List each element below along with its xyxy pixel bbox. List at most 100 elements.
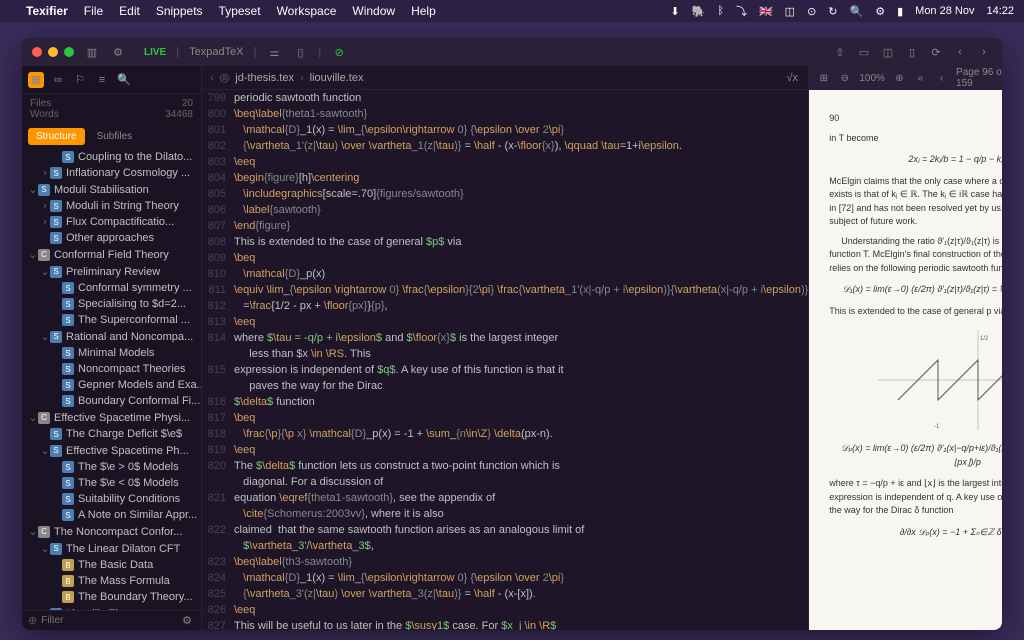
files-view-icon[interactable]: ▦	[28, 72, 44, 88]
menu-snippets[interactable]: Snippets	[156, 4, 203, 18]
tree-item[interactable]: SA Note on Similar Appr...	[22, 507, 201, 523]
tree-item[interactable]: SMinimal Models	[22, 345, 201, 361]
tree-item[interactable]: ⌄CThe Noncompact Confor...	[22, 523, 201, 540]
layout2-icon[interactable]: ◫	[880, 44, 896, 60]
search-icon[interactable]: 🔍	[850, 5, 864, 18]
tree-item[interactable]: SSpecialising to $d=2...	[22, 296, 201, 312]
menu-help[interactable]: Help	[411, 4, 436, 18]
check-icon[interactable]: ⊘	[331, 44, 347, 60]
tab-subfiles[interactable]: Subfiles	[89, 128, 141, 145]
export-icon[interactable]: ⇧	[832, 44, 848, 60]
minimize-button[interactable]	[48, 47, 58, 57]
menu-window[interactable]: Window	[352, 4, 395, 18]
control-icon[interactable]: ⚙	[875, 5, 885, 18]
words-count: 34468	[165, 109, 193, 120]
formula-icon[interactable]: √x	[784, 70, 800, 86]
zoom-in-icon[interactable]: ⊕	[893, 70, 906, 86]
zoom-level[interactable]: 100%	[859, 73, 885, 84]
cast-icon[interactable]: ◫	[785, 5, 795, 18]
layout3-icon[interactable]: ▯	[904, 44, 920, 60]
battery-icon[interactable]: ▮	[897, 5, 903, 18]
bluetooth-icon[interactable]: ᛒ	[717, 5, 724, 17]
sawtooth-figure: 1/2 -1 1 x	[878, 330, 1002, 430]
menubar-time[interactable]: 14:22	[986, 5, 1014, 17]
svg-text:1/2: 1/2	[980, 336, 989, 342]
preview-p2: McElgin claims that the only case where …	[829, 175, 1002, 229]
prev-icon[interactable]: ‹	[935, 70, 948, 86]
tree-item[interactable]: ⌄SModuli Stabilisation	[22, 181, 201, 198]
engine-label[interactable]: TexpadTeX	[189, 46, 243, 58]
grid-icon[interactable]: ⊞	[817, 70, 830, 86]
folder-icon[interactable]: ▯	[292, 44, 308, 60]
tree-item[interactable]: BThe Boundary Theory...	[22, 589, 201, 605]
tree-item[interactable]: SGepner Models and Exa...	[22, 377, 201, 393]
sidebar-toggle-icon[interactable]: ▥	[84, 44, 100, 60]
refresh-icon[interactable]: ⟳	[928, 44, 944, 60]
tree-item[interactable]: SThe $\e < 0$ Models	[22, 475, 201, 491]
preview-p3: Understanding the ratio ϑ'₁(z|τ)/ϑ₁(z|τ)…	[829, 235, 1002, 276]
menubar-date[interactable]: Mon 28 Nov	[915, 5, 974, 17]
zoom-out-icon[interactable]: ⊖	[838, 70, 851, 86]
chevron-right-icon[interactable]: ›	[976, 44, 992, 60]
link-icon[interactable]: ∞	[50, 72, 66, 88]
titlebar: ▥ ⚙ LIVE | TexpadTeX | ⚌ ▯ | ⊘ ⇧ ▭ ◫ ▯ ⟳…	[22, 38, 1002, 66]
tab-structure[interactable]: Structure	[28, 128, 85, 145]
tree-item[interactable]: BThe Basic Data	[22, 557, 201, 573]
tree-item[interactable]: SThe Charge Deficit $\e$	[22, 426, 201, 442]
tree-item[interactable]: ⌄SPreliminary Review	[22, 263, 201, 280]
breadcrumb-file[interactable]: liouville.tex	[310, 72, 364, 84]
elephant-icon[interactable]: 🐘	[692, 5, 706, 18]
preview-body[interactable]: 90 in T become 2xⱼ = 2kⱼ/b = 1 − q/p − k…	[809, 90, 1002, 630]
menu-workspace[interactable]: Workspace	[277, 4, 337, 18]
menu-edit[interactable]: Edit	[119, 4, 140, 18]
tree-item[interactable]: ⌄SEffective Spacetime Ph...	[22, 442, 201, 459]
menu-file[interactable]: File	[84, 4, 103, 18]
menubar: Texifier File Edit Snippets Typeset Work…	[0, 0, 1024, 22]
eq3: 𝒟ₚ(x) = lim(ε→0) (ε/2π) ϑ'₁(x|−q/p+iε)/ϑ…	[829, 442, 1002, 469]
words-label: Words	[30, 109, 59, 120]
tree-item[interactable]: ›SInflationary Cosmology ...	[22, 165, 201, 181]
settings-gear-icon[interactable]: ⚙	[179, 613, 195, 629]
layout1-icon[interactable]: ▭	[856, 44, 872, 60]
flag-icon[interactable]: 🇬🇧	[759, 5, 773, 18]
tree-item[interactable]: SSuitability Conditions	[22, 491, 201, 507]
tree-item[interactable]: ⌄CEffective Spacetime Physi...	[22, 409, 201, 426]
tree-item[interactable]: SThe $\e > 0$ Models	[22, 459, 201, 475]
tree-item[interactable]: SCoupling to the Dilato...	[22, 149, 201, 165]
gear-icon[interactable]: ⚙	[110, 44, 126, 60]
skip-icon[interactable]: ⤵	[736, 3, 747, 19]
chevron-left-icon[interactable]: ‹	[952, 44, 968, 60]
filter-input[interactable]	[41, 615, 175, 626]
tree-item[interactable]: BThe Mass Formula	[22, 573, 201, 589]
tree-item[interactable]: SNoncompact Theories	[22, 361, 201, 377]
eq1: 2xⱼ = 2kⱼ/b = 1 − q/p − kⱼ√(p/q)	[829, 153, 1002, 167]
tag-icon[interactable]: ⚐	[72, 72, 88, 88]
breadcrumb-root[interactable]: jd-thesis.tex	[235, 72, 294, 84]
tree-item[interactable]: SBoundary Conformal Fi...	[22, 393, 201, 409]
sliders-icon[interactable]: ⚌	[266, 44, 282, 60]
svg-text:-1: -1	[934, 424, 940, 430]
tree-item[interactable]: ⌄CConformal Field Theory	[22, 246, 201, 263]
search-sidebar-icon[interactable]: 🔍	[116, 72, 132, 88]
nav-back-icon[interactable]: ‹	[210, 72, 214, 84]
close-button[interactable]	[32, 47, 42, 57]
dropbox-icon[interactable]: ⬇	[670, 5, 679, 18]
zoom-button[interactable]	[64, 47, 74, 57]
list-icon[interactable]: ≡	[94, 72, 110, 88]
tree-item[interactable]: SOther approaches	[22, 230, 201, 246]
code-editor[interactable]: 799periodic sawtooth function800\beq\lab…	[202, 90, 808, 630]
prev-result-icon[interactable]: «	[914, 70, 927, 86]
menu-typeset[interactable]: Typeset	[219, 4, 261, 18]
tree-item[interactable]: ›SFlux Compactificatio...	[22, 214, 201, 230]
tree-item[interactable]: ⌄SRational and Noncompa...	[22, 328, 201, 345]
tree-item[interactable]: ›SModuli in String Theory	[22, 198, 201, 214]
tree-item[interactable]: SThe Superconformal ...	[22, 312, 201, 328]
sidebar: ▦ ∞ ⚐ ≡ 🔍 Files20 Words34468 Structure S…	[22, 66, 202, 630]
wifi-icon[interactable]: ⊙	[807, 5, 816, 18]
tree-item[interactable]: SConformal symmetry ...	[22, 280, 201, 296]
refresh-icon[interactable]: ↻	[828, 5, 837, 18]
tree-item[interactable]: ⌄SThe Linear Dilaton CFT	[22, 540, 201, 557]
preview-p5: where τ = −q/p + iε and ⌊x⌋ is the large…	[829, 477, 1002, 518]
eq2: 𝒟₁(x) = lim(ε→0) (ε/2π) ϑ'₁(z|τ)/ϑ₁(z|τ)…	[829, 283, 1002, 297]
app-name[interactable]: Texifier	[26, 4, 68, 18]
